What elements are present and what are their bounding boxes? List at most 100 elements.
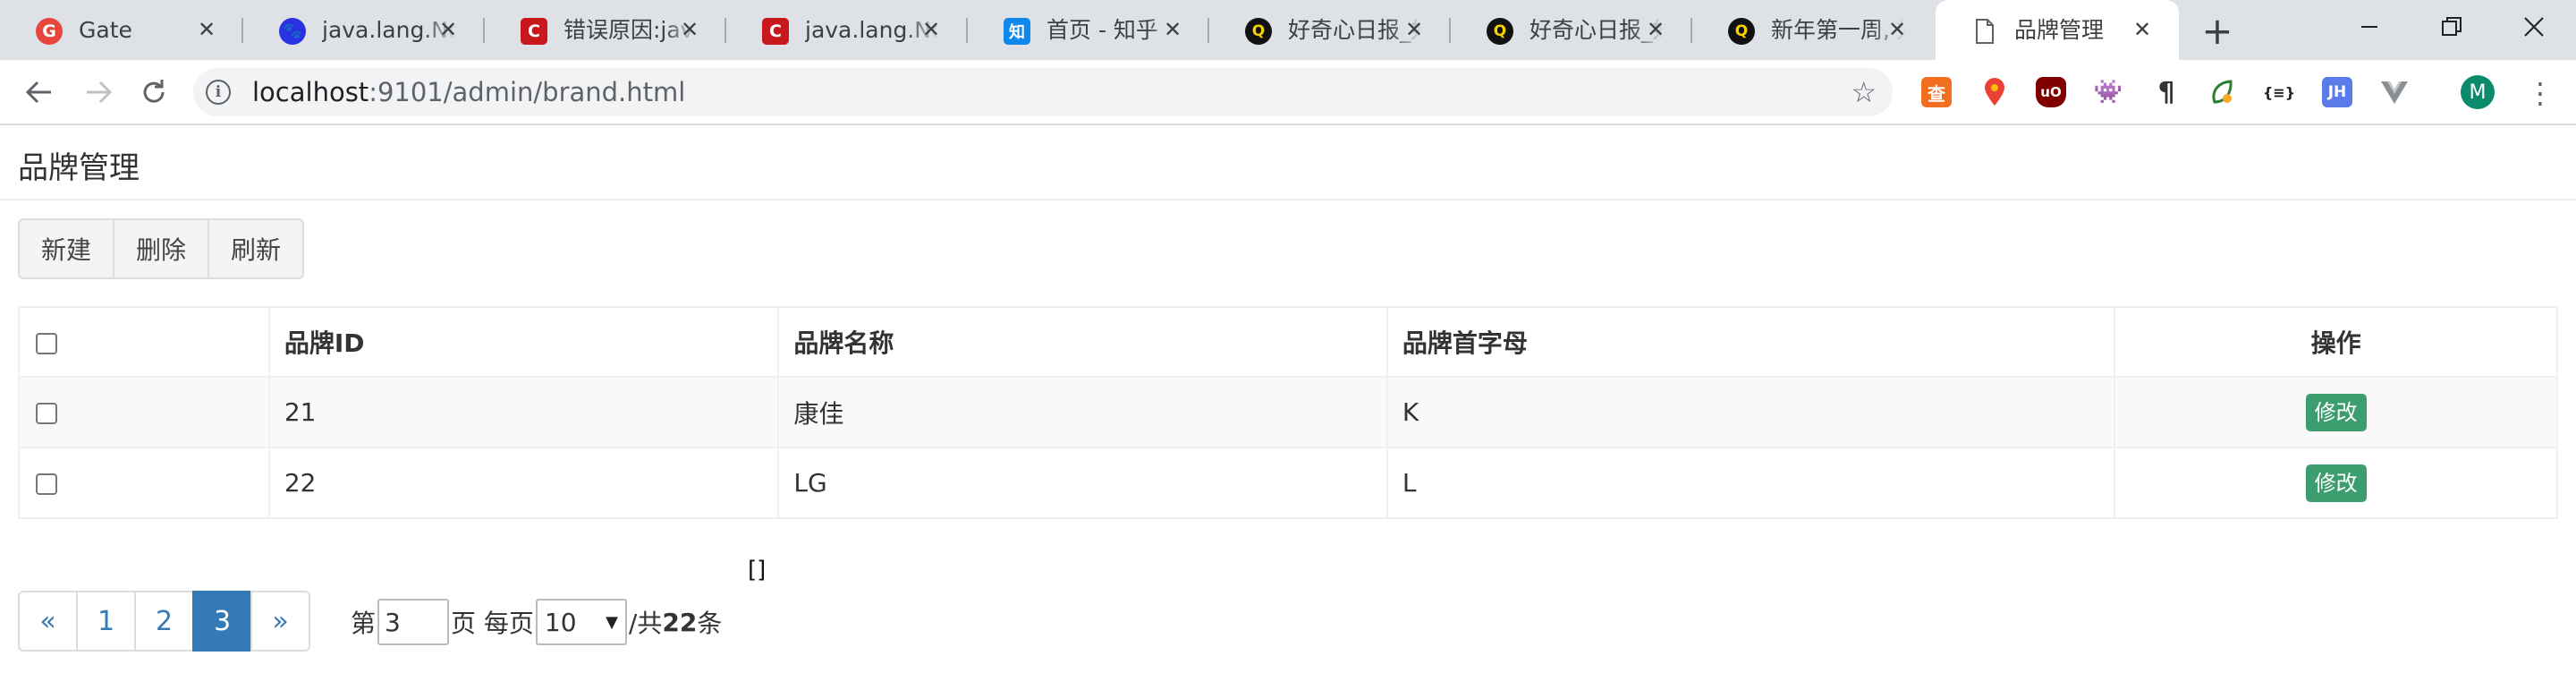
page-icon [1971,18,1998,45]
page-prefix-label: 第 [351,609,377,638]
pagination-page-1[interactable]: 1 [76,591,136,652]
jsonhandle-icon[interactable]: JH [2322,77,2352,107]
row-checkbox[interactable] [36,473,57,495]
profile-avatar[interactable]: M [2461,75,2495,109]
header-brand-letter: 品牌首字母 [1385,306,2116,378]
window-close-icon[interactable] [2503,5,2565,48]
close-icon[interactable]: ✕ [2129,15,2156,44]
qdaily-icon: Q [1728,18,1755,45]
new-tab-plus-icon[interactable]: + [2198,9,2237,53]
browser-tab[interactable]: Q 新年第一周, 好奇心日报 ✕ [1692,0,1934,60]
page-size-select[interactable]: 10 ▼ [535,599,627,645]
pagination: « 1 2 3 » [18,591,310,652]
back-arrow-icon[interactable] [20,72,59,112]
page-title: 品牌管理 [18,150,140,186]
qdaily-icon: Q [1245,18,1272,45]
header-brand-name: 品牌名称 [777,306,1388,378]
page-size-label: 页 每页 [451,609,534,638]
row-select-cell [18,447,270,519]
delete-button[interactable]: 删除 [113,218,210,279]
table-row: 21 康佳 K 修改 [18,376,2558,448]
close-icon[interactable]: ✕ [1159,15,1186,44]
cell-brand-name: LG [777,447,1388,519]
cell-brand-name: 康佳 [777,376,1388,448]
row-select-cell [18,376,270,448]
total-prefix-label: /共 [628,609,663,638]
header-brand-id: 品牌ID [267,306,780,378]
page-size-value: 10 [544,607,577,637]
action-button-group: 新建 删除 刷新 [18,218,305,279]
ublock-origin-icon[interactable]: uO [2036,77,2066,107]
url-path: :9101/admin/brand.html [369,77,686,107]
browser-menu-icon[interactable]: ⋮ [2526,75,2555,111]
browser-tab[interactable]: G Gate ✕ [0,0,243,60]
csdn-icon: C [521,18,547,45]
total-suffix-label: 条 [697,609,723,638]
new-button[interactable]: 新建 [18,218,115,279]
header-select-all-cell [18,306,270,378]
header-operation: 操作 [2114,306,2558,378]
minimize-icon[interactable] [2338,5,2401,48]
bookmark-star-icon[interactable]: ☆ [1851,75,1877,109]
vue-devtools-icon[interactable] [2379,77,2410,107]
browser-tab[interactable]: 知 首页 - 知乎 ✕ [968,0,1209,60]
row-checkbox[interactable] [36,403,57,424]
cell-brand-letter: L [1385,447,2116,519]
select-all-checkbox[interactable] [36,332,57,354]
restore-icon[interactable] [2420,5,2483,48]
pilcrow-icon[interactable]: ¶ [2151,77,2182,108]
gate-icon: G [36,18,63,45]
cell-operation: 修改 [2114,447,2558,519]
address-bar[interactable]: i localhost:9101/admin/brand.html ☆ [193,68,1893,116]
pagination-prev[interactable]: « [18,591,78,652]
extension-mascot-icon[interactable]: 👾 [2093,77,2123,107]
close-icon[interactable]: ✕ [1642,15,1669,44]
pagination-next[interactable]: » [250,591,310,652]
page-number-input[interactable]: 3 [377,599,450,645]
page-content: 品牌管理 新建 删除 刷新 品牌ID 品牌名称 品牌首字母 操作 21 康佳 K [0,125,2576,673]
edit-button[interactable]: 修改 [2305,393,2367,431]
browser-tab[interactable]: C 错误原因:java ✕ [485,0,726,60]
edit-button[interactable]: 修改 [2305,464,2367,502]
pagination-page-2[interactable]: 2 [134,591,194,652]
site-info-icon[interactable]: i [206,80,231,105]
csdn-icon: C [762,18,789,45]
table-header-row: 品牌ID 品牌名称 品牌首字母 操作 [18,306,2558,378]
table-row: 22 LG L 修改 [18,447,2558,519]
zhihu-icon: 知 [1004,18,1030,45]
extension-location-pin-icon[interactable] [1979,77,2010,107]
reload-icon[interactable] [134,72,174,112]
qdaily-icon: Q [1487,18,1513,45]
browser-tab[interactable]: Q 好奇心日报_好奇心日报 ✕ [1209,0,1451,60]
extension-leaf-icon[interactable] [2207,77,2237,107]
browser-toolbar: i localhost:9101/admin/brand.html ☆ 查 uO… [0,60,2576,125]
chevron-down-icon: ▼ [606,612,618,632]
cell-brand-id: 21 [267,376,780,448]
browser-tab-strip: G Gate ✕ 🐾 java.lang.NoSuchMethodError ✕… [0,0,2576,60]
page-info: 第 3 页 每页 10 ▼ /共 22 条 [351,598,722,646]
cell-operation: 修改 [2114,376,2558,448]
total-count: 22 [662,607,698,637]
close-icon[interactable]: ✕ [1401,15,1428,44]
close-icon[interactable]: ✕ [676,15,703,44]
browser-tab[interactable]: C java.lang.NoSuchMethodError ✕ [726,0,968,60]
pagination-page-3-current[interactable]: 3 [192,591,252,652]
browser-tab[interactable]: Q 好奇心日报_好奇心日报 ✕ [1451,0,1692,60]
brand-table: 品牌ID 品牌名称 品牌首字母 操作 21 康佳 K 修改 22 LG L 修改 [18,306,2558,519]
url-host: localhost [252,77,369,107]
extension-query-icon[interactable]: 查 [1921,77,1952,107]
refresh-button[interactable]: 刷新 [208,218,305,279]
title-divider [0,199,2576,200]
json-braces-icon[interactable]: {≡} [2263,77,2295,107]
close-icon[interactable]: ✕ [1884,15,1911,44]
cell-brand-id: 22 [267,447,780,519]
close-icon[interactable]: ✕ [435,15,462,44]
cell-brand-letter: K [1385,376,2116,448]
forward-arrow-icon[interactable] [79,72,118,112]
close-icon[interactable]: ✕ [918,15,945,44]
browser-tab-active[interactable]: 品牌管理 ✕ [1936,0,2179,60]
url-text: localhost:9101/admin/brand.html [252,77,685,107]
baidu-paw-icon: 🐾 [279,18,306,45]
close-icon[interactable]: ✕ [193,15,220,44]
browser-tab[interactable]: 🐾 java.lang.NoSuchMethodError ✕ [243,0,485,60]
